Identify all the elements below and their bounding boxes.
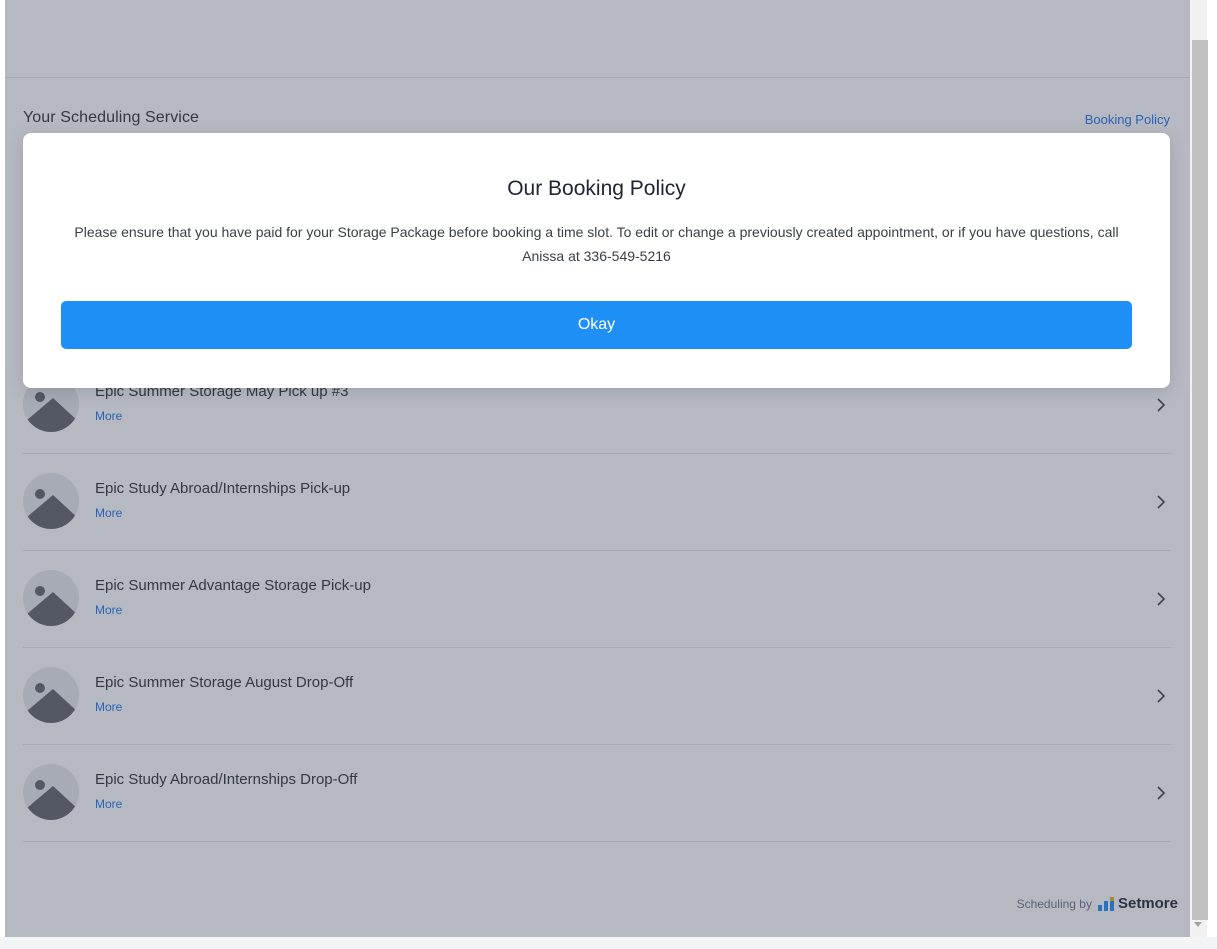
- dialog-title: Our Booking Policy: [507, 177, 686, 200]
- scroll-down-arrow-icon[interactable]: [1194, 922, 1202, 927]
- scrollbar-thumb[interactable]: [1192, 40, 1208, 920]
- bottom-strip: [0, 937, 1217, 949]
- okay-button[interactable]: Okay: [61, 301, 1132, 349]
- dialog-body: Please ensure that you have paid for you…: [74, 224, 1119, 264]
- booking-policy-dialog: Our Booking Policy Please ensure that yo…: [23, 133, 1170, 388]
